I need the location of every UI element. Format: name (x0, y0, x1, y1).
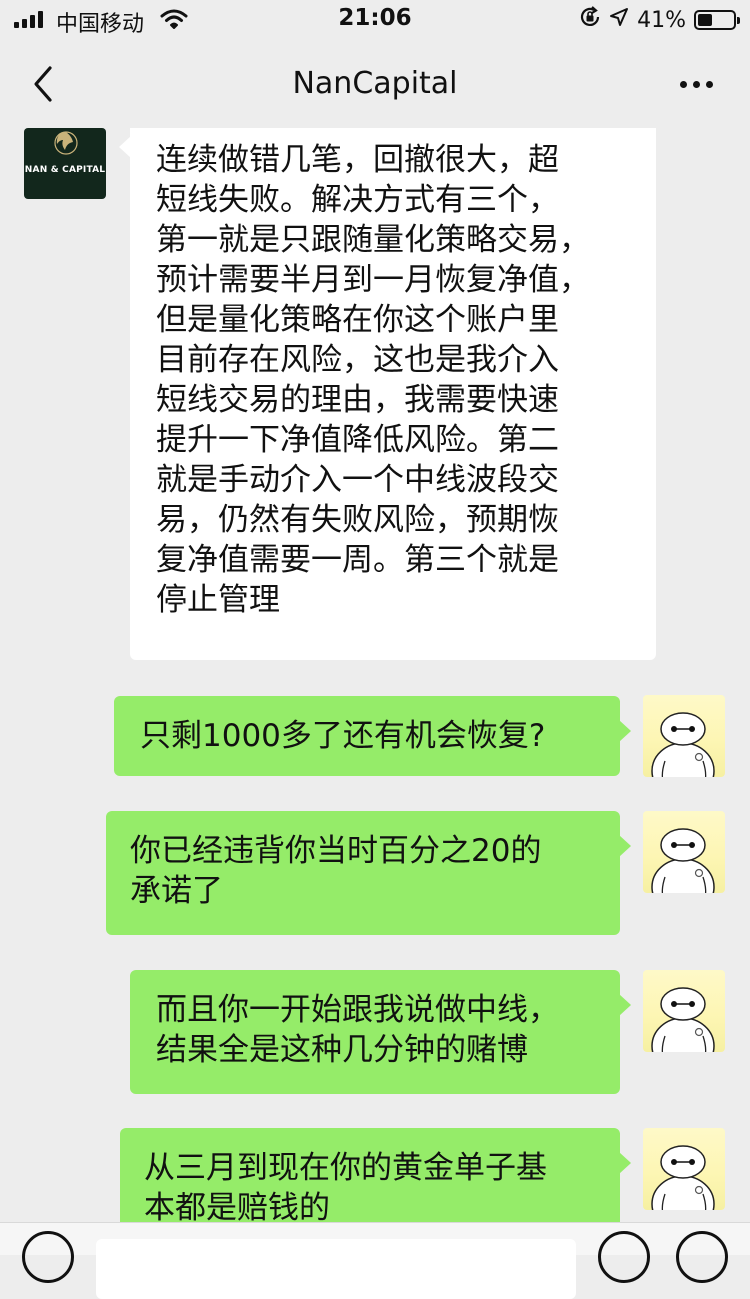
message-text-line: 而且你一开始跟我说做中线， (156, 992, 559, 1028)
more-dots-icon (679, 80, 687, 88)
message-text-line: 就是手动介入一个中线波段交 (156, 462, 559, 498)
rotation-lock-icon (579, 6, 601, 34)
emoji-button[interactable] (598, 1231, 650, 1283)
message-text-line: 短线交易的理由，我需要快速 (156, 382, 559, 418)
baymax-avatar-icon (651, 1145, 715, 1210)
location-arrow-icon (609, 7, 629, 33)
message-bubble-outgoing[interactable]: 而且你一开始跟我说做中线， 结果全是这种几分钟的赌博 (130, 970, 631, 1094)
chat-title: NanCapital (292, 66, 458, 101)
battery-percent: 41% (637, 7, 686, 33)
message-text-line: 从三月到现在你的黄金单子基 (144, 1150, 547, 1186)
message-text-line: 复净值需要一周。第三个就是 (156, 542, 559, 578)
message-input[interactable] (96, 1239, 576, 1299)
user-avatar[interactable] (643, 811, 725, 893)
message-text-line: 你已经违背你当时百分之20的 (130, 833, 542, 869)
company-logo-text: NAN & CAPITAL (24, 165, 106, 175)
input-bar (0, 1222, 750, 1299)
user-avatar[interactable] (643, 695, 725, 777)
status-bar: 中国移动 21:06 41% (0, 0, 750, 40)
message-text-line: 但是量化策略在你这个账户里 (156, 302, 559, 338)
message-text-line: 本都是赔钱的 (144, 1190, 330, 1222)
message-bubble-outgoing[interactable]: 只剩1000多了还有机会恢复? (114, 696, 631, 776)
lion-emblem-icon (54, 131, 78, 155)
message-text-line: 停止管理 (156, 582, 280, 618)
message-bubble-outgoing[interactable]: 从三月到现在你的黄金单子基本都是赔钱的 (120, 1128, 631, 1222)
message-text-line: 易，仍然有失败风险，预期恢 (156, 502, 559, 538)
baymax-avatar-icon (651, 712, 715, 777)
user-avatar[interactable] (643, 970, 725, 1052)
message-text-line: 只剩1000多了还有机会恢复? (140, 718, 546, 754)
message-text-line: 提升一下净值降低风险。第二 (156, 422, 559, 458)
user-avatar[interactable] (643, 1128, 725, 1210)
more-button[interactable] (674, 62, 718, 106)
message-bubble-outgoing[interactable]: 你已经违背你当时百分之20的 承诺了 (106, 811, 631, 935)
more-actions-button[interactable] (676, 1231, 728, 1283)
battery-icon (694, 10, 740, 30)
baymax-avatar-icon (651, 828, 715, 893)
nancapital-avatar[interactable]: NAN & CAPITAL (24, 128, 106, 199)
message-bubble-incoming[interactable]: 连续做错几笔，回撤很大，超 短线失败。解决方式有三个， 第一就是只跟随量化策略交易，… (119, 128, 656, 660)
message-text-line: 目前存在风险，这也是我介入 (156, 342, 559, 378)
baymax-avatar-icon (651, 987, 715, 1052)
message-list[interactable]: NAN & CAPITAL 连续做错几笔，回撤很大，超 短线失败。解决方式有三个，… (0, 128, 750, 1222)
voice-input-button[interactable] (22, 1231, 74, 1283)
message-text-line: 预计需要半月到一月恢复净值， (156, 262, 590, 298)
chat-header: NanCapital (0, 40, 750, 128)
message-text-line: 连续做错几笔，回撤很大，超 (156, 142, 559, 178)
message-text-line: 结果全是这种几分钟的赌博 (156, 1032, 528, 1068)
message-text-line: 第一就是只跟随量化策略交易， (156, 222, 590, 258)
message-text-line: 承诺了 (130, 873, 223, 909)
message-text-line: 短线失败。解决方式有三个， (156, 182, 559, 218)
